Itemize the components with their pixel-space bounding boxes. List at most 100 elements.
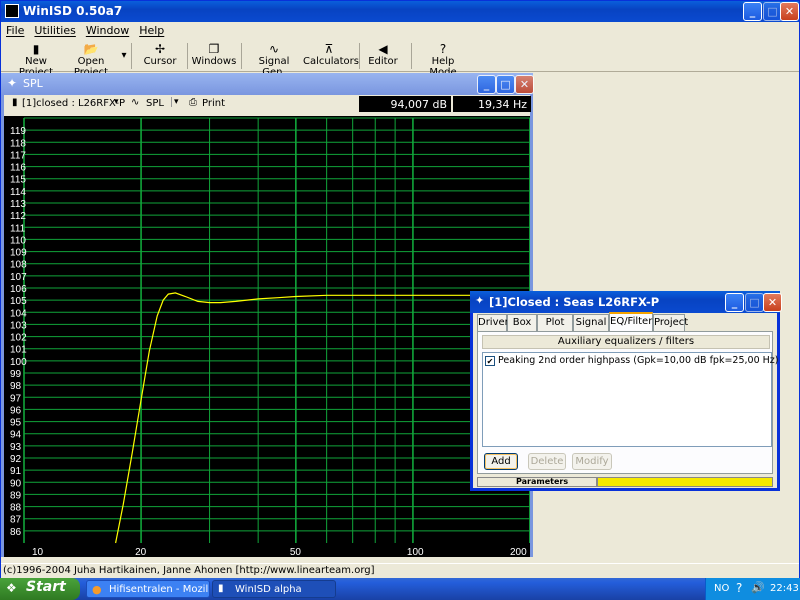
menu-utilities[interactable]: Utilities [29, 22, 80, 37]
spl-window: ✦ SPL _ □ ✕ ▮ [1]closed : L26RFX-P ▾ ∿ S… [1, 73, 534, 558]
close-button[interactable]: ✕ [780, 2, 799, 21]
db-readout: 94,007 dB [359, 96, 451, 112]
project-select[interactable]: [1]closed : L26RFX-P [22, 98, 125, 109]
windows-button[interactable]: ❐ Windows [191, 42, 237, 70]
filter-checkbox[interactable]: ✔ [485, 356, 495, 366]
tab-driver[interactable]: Driver [477, 314, 509, 331]
cursor-icon: ✢ [154, 42, 166, 56]
spl-graph-icon: ∿ [131, 97, 140, 108]
spl-maximize-button[interactable]: □ [496, 75, 515, 94]
y-tick-label: 99 [10, 369, 22, 380]
spl-window-icon: ✦ [7, 76, 18, 90]
y-tick-label: 91 [10, 466, 22, 477]
spl-title-bar[interactable]: ✦ SPL [1, 73, 533, 95]
y-tick-label: 101 [10, 345, 27, 356]
tab-signal[interactable]: Signal [573, 314, 609, 331]
y-tick-label: 94 [10, 430, 22, 441]
y-tick-label: 104 [10, 308, 27, 319]
spl-series-line [115, 292, 530, 544]
filter-list[interactable]: ✔ Peaking 2nd order highpass (Gpk=10,00 … [482, 352, 778, 447]
dialog-maximize-button[interactable]: □ [745, 293, 764, 312]
y-tick-label: 114 [10, 187, 26, 198]
main-title-bar[interactable]: WinISD 0.50a7 [1, 1, 799, 22]
spl-plot[interactable]: 86 87 88 89 90 91 92 93 94 95 96 97 98 99 100 101 102 103… [4, 116, 531, 558]
spl-toolbar: ▮ [1]closed : L26RFX-P ▾ ∿ SPL ▾ ⎙ Print… [4, 95, 531, 114]
y-tick-label: 110 [10, 235, 26, 246]
menu-bar: File Utilities Window Help [1, 22, 799, 40]
y-tick-label: 109 [10, 248, 27, 259]
tab-plot[interactable]: Plot [537, 314, 573, 331]
y-tick-label: 95 [10, 418, 22, 429]
filter-label: Peaking 2nd order highpass (Gpk=10,00 dB… [498, 355, 779, 366]
toolbar: ▮New Project 📂Open Project ▾ ✢Cursor ❐Wi… [1, 40, 799, 78]
y-tick-label: 118 [10, 138, 26, 149]
cursor-button[interactable]: ✢ Cursor [137, 42, 183, 70]
x-tick-label: 10 [32, 547, 44, 557]
eq-filter-panel: Auxiliary equalizers / filters ✔ Peaking… [477, 331, 778, 474]
y-tick-label: 108 [10, 260, 27, 271]
calculators-icon: ⊼ [324, 42, 334, 56]
minimize-button[interactable]: _ [743, 2, 762, 21]
y-tick-label: 107 [10, 272, 27, 283]
parameters-label: Parameters [477, 477, 597, 487]
y-tick-label: 90 [10, 478, 22, 489]
system-tray: NO ? 🔊 22:43 [705, 578, 800, 600]
spl-close-button[interactable]: ✕ [515, 75, 534, 94]
project-dialog: ✦ [1]Closed : Seas L26RFX-P _ □ ✕ Driver… [470, 291, 782, 491]
menu-window[interactable]: Window [81, 22, 134, 37]
print-button[interactable]: Print [202, 98, 225, 109]
menu-file[interactable]: File [1, 22, 29, 37]
task-mozilla[interactable]: ● Hifisentralen - Mozilla ... [86, 580, 210, 598]
spl-title-text: SPL [23, 77, 43, 90]
help-mode-button[interactable]: ?Help Mode [417, 42, 469, 78]
editor-button[interactable]: ◀ Editor [363, 42, 403, 70]
delete-button[interactable]: Delete [528, 453, 566, 470]
tab-box[interactable]: Box [507, 314, 537, 331]
y-tick-label: 119 [10, 126, 26, 137]
graph-select[interactable]: SPL [146, 98, 164, 109]
y-tick-label: 87 [10, 515, 22, 526]
taskbar: ❖ Start ● Hifisentralen - Mozilla ... ▮ … [0, 578, 800, 600]
tab-eq-filter[interactable]: EQ/Filter [609, 312, 653, 332]
menu-help[interactable]: Help [134, 22, 169, 37]
volume-icon[interactable]: 🔊 [751, 581, 765, 594]
graph-select-arrow[interactable]: ▾ [171, 97, 179, 107]
open-project-dropdown[interactable]: ▾ [119, 42, 129, 70]
x-tick-label: 50 [290, 547, 302, 557]
tab-project[interactable]: Project [653, 314, 688, 331]
y-tick-label: 117 [10, 150, 26, 161]
new-project-button[interactable]: ▮New Project [9, 42, 63, 78]
spl-minimize-button[interactable]: _ [477, 75, 496, 94]
help-tray-icon[interactable]: ? [736, 581, 742, 595]
main-title-text: WinISD 0.50a7 [23, 4, 123, 18]
x-tick-label: 100 [407, 547, 424, 557]
language-indicator[interactable]: NO [714, 583, 729, 594]
editor-icon: ◀ [378, 42, 388, 56]
dialog-icon: ✦ [475, 294, 485, 307]
y-tick-label: 88 [10, 503, 22, 514]
spl-chart[interactable]: 8687888990919293949596979899100101102103… [4, 116, 531, 558]
list-item[interactable]: ✔ Peaking 2nd order highpass (Gpk=10,00 … [485, 355, 778, 368]
y-tick-label: 102 [10, 333, 27, 344]
signal-gen-icon: ∿ [268, 42, 280, 56]
hz-readout: 19,34 Hz [453, 96, 531, 112]
calculators-button[interactable]: ⊼ Calculators [303, 42, 359, 70]
y-tick-label: 115 [10, 175, 26, 186]
print-icon: ⎙ [189, 97, 197, 108]
task-winisd[interactable]: ▮ WinISD alpha [212, 580, 336, 598]
section-header: Auxiliary equalizers / filters [482, 335, 770, 349]
windows-icon: ❐ [208, 42, 220, 56]
project-select-arrow[interactable]: ▾ [114, 97, 119, 107]
y-tick-label: 86 [10, 527, 22, 538]
dialog-close-button[interactable]: ✕ [763, 293, 782, 312]
x-tick-label: 20 [135, 547, 147, 557]
dialog-minimize-button[interactable]: _ [725, 293, 744, 312]
new-project-icon: ▮ [32, 42, 40, 56]
start-button[interactable]: ❖ Start [0, 578, 80, 600]
x-tick-label: 200 [510, 547, 527, 557]
modify-button[interactable]: Modify [572, 453, 612, 470]
open-project-button[interactable]: 📂Open Project [63, 42, 119, 78]
status-bar: (c)1996-2004 Juha Hartikainen, Janne Aho… [1, 563, 799, 578]
add-button[interactable]: Add [484, 453, 518, 470]
signal-gen-button[interactable]: ∿Signal Gen. [247, 42, 301, 78]
